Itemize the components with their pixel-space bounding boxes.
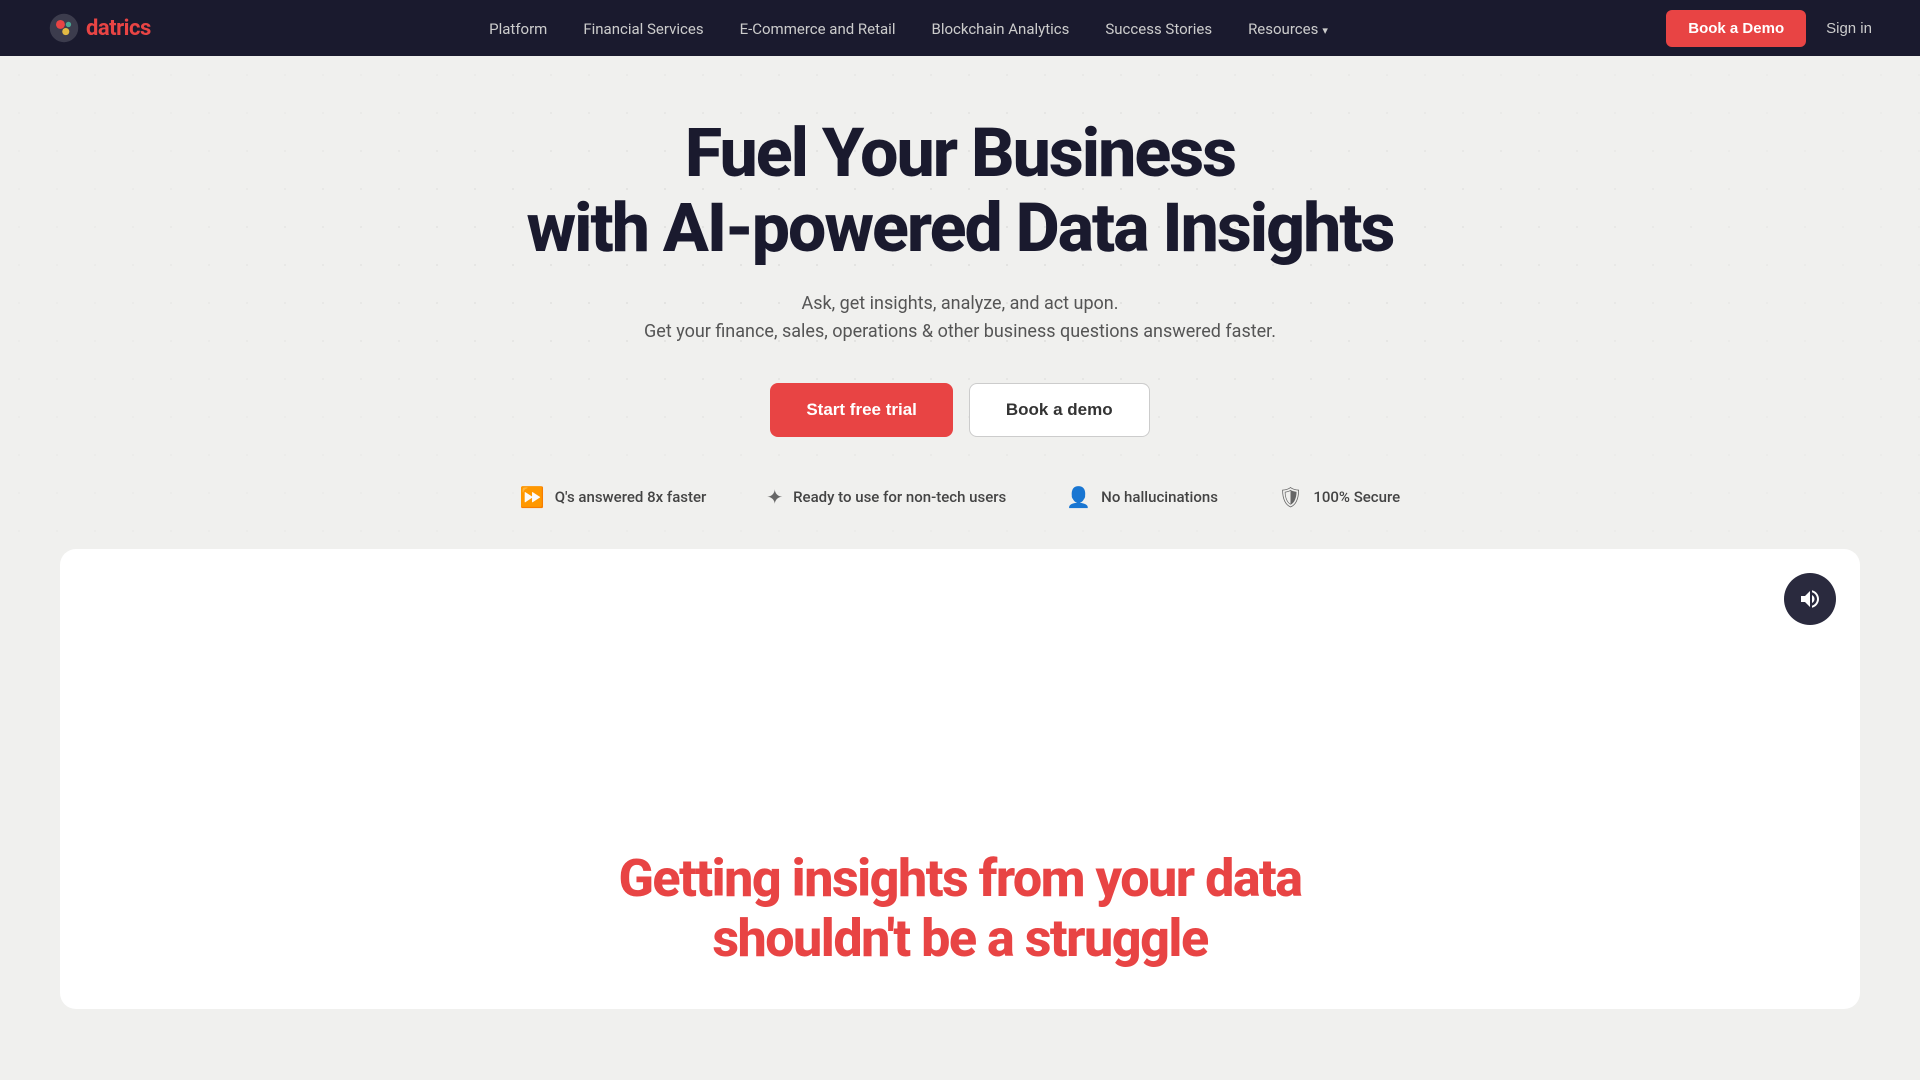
feature-secure-label: 100% Secure (1313, 488, 1400, 506)
nav-link-success[interactable]: Success Stories (1105, 20, 1212, 38)
nav-item-ecommerce[interactable]: E-Commerce and Retail (740, 19, 896, 38)
nontech-icon: ✦ (766, 485, 783, 509)
feature-speed: ⏩ Q's answered 8x faster (520, 485, 707, 509)
nav-link-platform[interactable]: Platform (489, 20, 547, 38)
speed-icon: ⏩ (520, 485, 545, 509)
volume-button[interactable] (1784, 573, 1836, 625)
nav-link-blockchain[interactable]: Blockchain Analytics (931, 20, 1069, 38)
logo-text: datrics (86, 16, 151, 41)
hero-title: Fuel Your Business with AI-powered Data … (520, 116, 1400, 266)
nav-item-resources[interactable]: Resources▾ (1248, 19, 1328, 38)
nav-item-blockchain[interactable]: Blockchain Analytics (931, 19, 1069, 38)
hero-subtitle: Ask, get insights, analyze, and act upon… (520, 290, 1400, 348)
hero-section: Fuel Your Business with AI-powered Data … (0, 56, 1920, 549)
logo-icon (48, 12, 80, 44)
logo[interactable]: datrics (48, 12, 151, 44)
feature-nohalluc-label: No hallucinations (1101, 488, 1218, 506)
nav-item-financial[interactable]: Financial Services (583, 19, 703, 38)
book-demo-nav-button[interactable]: Book a Demo (1666, 10, 1806, 47)
book-demo-hero-button[interactable]: Book a demo (969, 383, 1150, 437)
card-section: Getting insights from your data shouldn'… (60, 549, 1860, 1009)
card-section-wrapper: Getting insights from your data shouldn'… (0, 549, 1920, 1049)
hero-buttons: Start free trial Book a demo (520, 383, 1400, 437)
features-bar: ⏩ Q's answered 8x faster ✦ Ready to use … (520, 485, 1400, 509)
feature-secure: 🛡 100% Secure (1278, 485, 1400, 509)
feature-nontech: ✦ Ready to use for non-tech users (766, 485, 1006, 509)
feature-nontech-label: Ready to use for non-tech users (793, 488, 1006, 506)
secure-icon: 🛡 (1278, 485, 1303, 509)
nohalluc-icon: 👤 (1066, 485, 1091, 509)
nav-right: Book a Demo Sign in (1666, 10, 1872, 47)
nav-links: Platform Financial Services E-Commerce a… (489, 19, 1328, 38)
sign-in-button[interactable]: Sign in (1826, 20, 1872, 37)
navbar: datrics Platform Financial Services E-Co… (0, 0, 1920, 56)
card-section-title: Getting insights from your data shouldn'… (560, 849, 1360, 969)
volume-icon (1798, 587, 1822, 611)
nav-link-ecommerce[interactable]: E-Commerce and Retail (740, 20, 896, 38)
nav-link-financial[interactable]: Financial Services (583, 20, 703, 38)
feature-nohalluc: 👤 No hallucinations (1066, 485, 1218, 509)
nav-item-platform[interactable]: Platform (489, 19, 547, 38)
nav-link-resources[interactable]: Resources▾ (1248, 20, 1328, 38)
hero-content: Fuel Your Business with AI-powered Data … (520, 116, 1400, 509)
card-video-area (120, 609, 1800, 769)
start-trial-button[interactable]: Start free trial (770, 383, 953, 437)
nav-item-success[interactable]: Success Stories (1105, 19, 1212, 38)
feature-speed-label: Q's answered 8x faster (555, 488, 707, 506)
